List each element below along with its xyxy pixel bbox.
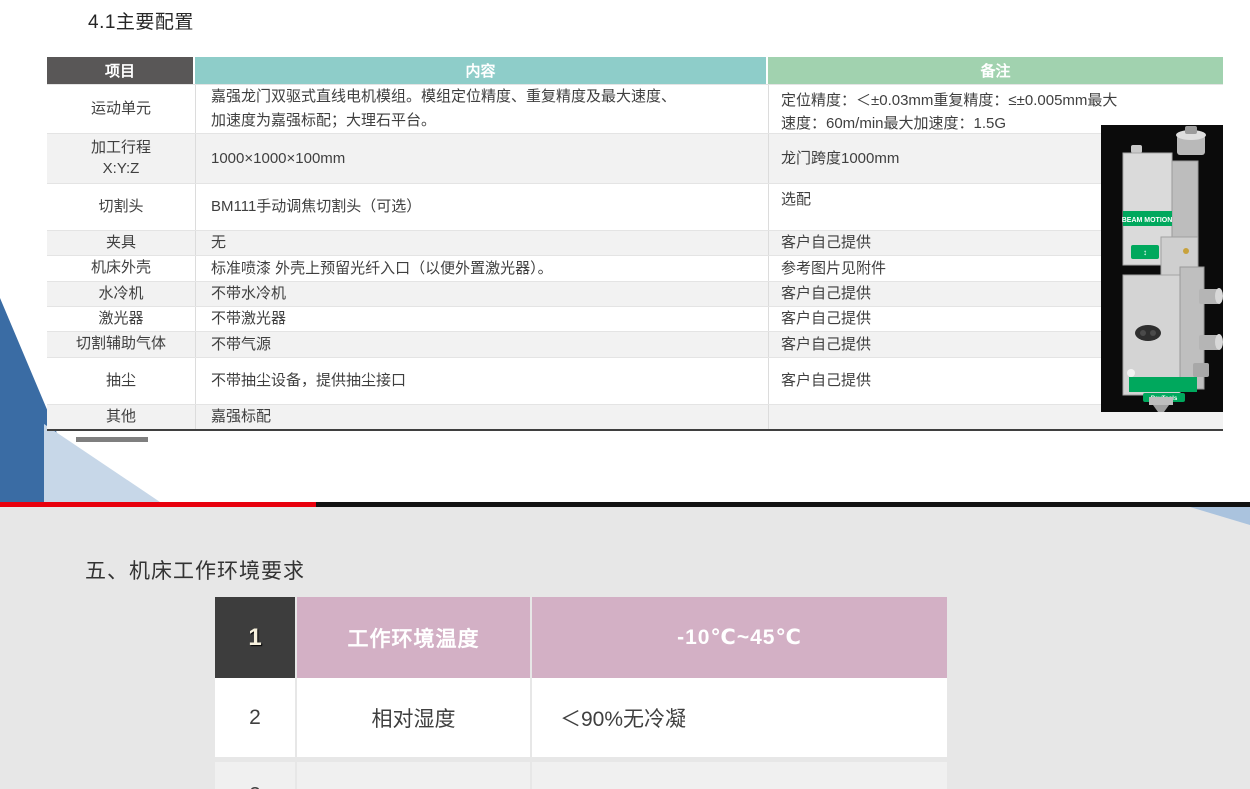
table-row: 机床外壳 标准喷漆 外壳上预留光纤入口（以便外置激光器）。 参考图片见附件 (47, 255, 1223, 281)
table-row: 切割头 BM111手动调焦切割头（可选） 选配 (47, 183, 1223, 230)
env-row-value: -10℃~45℃ (532, 597, 947, 678)
env-row-number: 3 (215, 762, 295, 789)
document-page: 4.1主要配置 项目 内容 备注 运动单元 嘉强龙门双驱式直线电机模组。模组定位… (0, 0, 1250, 789)
row-content: 不带抽尘设备，提供抽尘接口 (195, 358, 768, 404)
row-item: 激光器 (47, 307, 195, 331)
row-content: 标准喷漆 外壳上预留光纤入口（以便外置激光器）。 (195, 256, 768, 281)
decor-triangle-light-blue (44, 424, 160, 502)
row-content: 1000×1000×100mm (195, 134, 768, 183)
table-row: 切割辅助气体 不带气源 客户自己提供 (47, 331, 1223, 357)
row-content: 不带激光器 (195, 307, 768, 331)
table-row: 激光器 不带激光器 客户自己提供 (47, 306, 1223, 331)
row-content: 不带气源 (195, 332, 768, 357)
header-content: 内容 (195, 57, 768, 84)
table-row: 水冷机 不带水冷机 客户自己提供 (47, 281, 1223, 306)
row-content: 不带水冷机 (195, 282, 768, 306)
header-item: 项目 (47, 57, 195, 84)
env-row-number: 1 (215, 597, 295, 678)
row-content: 嘉强龙门双驱式直线电机模组。模组定位精度、重复精度及最大速度、 加速度为嘉强标配… (195, 85, 768, 133)
section-title-main-config: 4.1主要配置 (88, 7, 194, 34)
row-item: 其他 (47, 405, 195, 429)
row-content: BM111手动调焦切割头（可选） (195, 184, 768, 230)
table-row: 夹具 无 客户自己提供 (47, 230, 1223, 255)
row-item: 运动单元 (47, 85, 195, 133)
header-remark: 备注 (768, 57, 1223, 84)
row-item: 机床外壳 (47, 256, 195, 281)
row-item: 夹具 (47, 231, 195, 255)
slide-environment-requirements: 五、机床工作环境要求 1 工作环境温度 -10℃~45℃ 2 相对湿度 ＜90%… (0, 507, 1250, 789)
env-row-value: ＜90%无冷凝 (532, 678, 947, 757)
row-item: 水冷机 (47, 282, 195, 306)
row-item: 切割辅助气体 (47, 332, 195, 357)
row-content: 嘉强标配 (195, 405, 768, 429)
cutting-head-product-image: BEAM MOTION ↕ RayTools (1101, 125, 1223, 412)
row-item: 切割头 (47, 184, 195, 230)
spec-table-header-row: 项目 内容 备注 (47, 57, 1223, 84)
section-title-environment: 五、机床工作环境要求 (85, 555, 305, 585)
row-item: 加工行程 X:Y:Z (47, 134, 195, 183)
env-row-item: 环境粉尘 (297, 762, 530, 789)
decor-corner-triangle (1190, 507, 1250, 525)
table-row: 其他 嘉强标配 (47, 404, 1223, 429)
env-row-item: 相对湿度 (297, 678, 530, 757)
row-item: 抽尘 (47, 358, 195, 404)
table-row: 抽尘 不带抽尘设备，提供抽尘接口 客户自己提供 (47, 357, 1223, 404)
env-table-row-clipped: 3 环境粉尘 远离粉尘较大的场所 (215, 762, 947, 789)
svg-text:↕: ↕ (1143, 248, 1147, 257)
env-row-number: 2 (215, 678, 295, 757)
env-table-row: 1 工作环境温度 -10℃~45℃ (215, 597, 947, 678)
env-table-row: 2 相对湿度 ＜90%无冷凝 (215, 678, 947, 757)
svg-text:BEAM MOTION: BEAM MOTION (1122, 217, 1173, 224)
table-row: 运动单元 嘉强龙门双驱式直线电机模组。模组定位精度、重复精度及最大速度、 加速度… (47, 84, 1223, 133)
decor-gray-underline (76, 437, 148, 442)
slide-main-configuration: 4.1主要配置 项目 内容 备注 运动单元 嘉强龙门双驱式直线电机模组。模组定位… (0, 0, 1250, 502)
env-row-value: 远离粉尘较大的场所 (532, 762, 947, 789)
row-content: 无 (195, 231, 768, 255)
table-row: 加工行程 X:Y:Z 1000×1000×100mm 龙门跨度1000mm (47, 133, 1223, 183)
spec-table: 项目 内容 备注 运动单元 嘉强龙门双驱式直线电机模组。模组定位精度、重复精度及… (47, 57, 1223, 431)
env-row-item: 工作环境温度 (297, 597, 530, 678)
